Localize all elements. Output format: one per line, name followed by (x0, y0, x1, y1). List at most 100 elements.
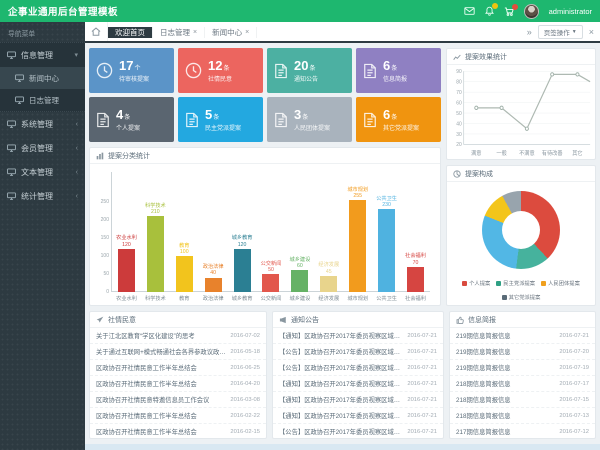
legend-item[interactable]: 人民团体提案 (541, 279, 580, 287)
list-item-text: 区政协召开社情民意工作半年总结会 (96, 427, 197, 436)
list-item[interactable]: 【公告】区政协召开2017年委员视察区域工作会议2016-07-21 (273, 424, 443, 438)
list-item[interactable]: 218期信息简报信息2016-07-17 (450, 376, 595, 392)
tab[interactable]: 新闻中心× (205, 27, 257, 38)
legend-item[interactable]: 个人提案 (462, 279, 490, 287)
list-item[interactable]: 【通知】区政协召开2017年委员视察区域工作会议2016-07-21 (273, 328, 443, 344)
line-chart-panel: 提案效果统计 2030405060708090满意一般不满意有待改善其它 (446, 48, 596, 160)
sidebar-item-label: 信息管理 (21, 50, 53, 61)
stat-card[interactable]: 5条民主党派提案 (178, 97, 263, 142)
bar-label-value: 50 (261, 267, 282, 273)
tab-home[interactable] (85, 22, 108, 41)
bar-label-name: 经济发展 (318, 262, 339, 268)
plane-icon (96, 316, 104, 324)
stat-card[interactable]: 3条人民团体提案 (267, 97, 352, 142)
file-icon (363, 63, 377, 79)
mail-icon[interactable] (464, 7, 475, 15)
bar-value-label: 社会福利70 (405, 253, 426, 265)
list-item-text: 218期信息简报信息 (456, 411, 511, 420)
list-item[interactable]: 218期信息简报信息2016-07-13 (450, 408, 595, 424)
tabs-close-icon[interactable]: × (589, 27, 594, 37)
donut-wrap (447, 182, 595, 269)
username[interactable]: administrator (549, 7, 592, 16)
bar-label-name: 城乡教育 (232, 235, 253, 241)
bar-column: 公共卫生230公共卫生 (372, 196, 401, 302)
list-item-date: 2016-07-20 (559, 349, 589, 355)
sidebar-item-label: 会员管理 (21, 143, 53, 154)
sidebar-subitem[interactable]: 日志管理 (0, 89, 85, 111)
close-icon[interactable]: × (245, 29, 249, 36)
list-item[interactable]: 219期信息简报信息2016-07-21 (450, 328, 595, 344)
panel-title: 通知公告 (291, 315, 319, 325)
list-item[interactable]: 关于通过互联网+模式畅通社会各界参政议政的建议2016-05-18 (90, 344, 266, 360)
chevron-down-icon: ▼ (572, 29, 577, 35)
stat-card[interactable]: 12条社情民意 (178, 48, 263, 93)
tab-operations-button[interactable]: 页签操作▼ (538, 25, 583, 39)
list-item[interactable]: 【通知】区政协召开2017年委员视察区域工作会议2016-07-21 (273, 376, 443, 392)
file-icon (363, 112, 377, 128)
list-item[interactable]: 区政协召开社情民意工作半年总结会2016-06-25 (90, 360, 266, 376)
stat-card[interactable]: 17个待审核提案 (89, 48, 174, 93)
bar-value-label: 政治法律40 (203, 264, 224, 276)
list-item[interactable]: 217期信息简报信息2016-07-12 (450, 424, 595, 438)
stat-card[interactable]: 20条通知公告 (267, 48, 352, 93)
panel-header: 提案效果统计 (447, 49, 595, 65)
stat-label: 信息简报 (383, 74, 407, 83)
bell-icon[interactable] (485, 6, 494, 16)
list-item[interactable]: 218期信息简报信息2016-07-15 (450, 392, 595, 408)
monitor-icon (7, 51, 16, 59)
bar-value-label: 城乡教育120 (232, 235, 253, 247)
tabs-overflow-icon[interactable]: » (527, 27, 532, 37)
list-item-date: 2016-07-21 (407, 429, 437, 435)
list-item[interactable]: 区政协召开社情民意工作半年总结会2016-04-20 (90, 376, 266, 392)
list-item-date: 2016-03-08 (230, 397, 260, 403)
list-item[interactable]: 219期信息简报信息2016-07-19 (450, 360, 595, 376)
list-item[interactable]: 【通知】区政协召开2017年委员视察区域工作会议2016-07-21 (273, 408, 443, 424)
close-icon[interactable]: × (193, 29, 197, 36)
list-item[interactable]: 219期信息简报信息2016-07-20 (450, 344, 595, 360)
list-item[interactable]: 【通知】区政协召开2017年委员视察区域工作会议2016-07-21 (273, 392, 443, 408)
sidebar-item[interactable]: 系统管理‹ (0, 112, 85, 136)
stat-value: 5条 (205, 108, 241, 121)
sidebar-item[interactable]: 文本管理‹ (0, 160, 85, 184)
sidebar-item[interactable]: 信息管理▾ (0, 43, 85, 67)
svg-text:70: 70 (456, 90, 462, 96)
bar-value-label: 教育100 (179, 243, 189, 255)
y-axis-tick: 50 (96, 271, 109, 277)
stat-card-body: 20条通知公告 (294, 59, 318, 83)
list-item-text: 关于通过互联网+模式畅通社会各界参政议政的建议 (96, 347, 226, 356)
sidebar-subitem[interactable]: 新闻中心 (0, 67, 85, 89)
stat-label: 其它党派提案 (383, 123, 419, 132)
list-item-date: 2016-07-21 (407, 349, 437, 355)
list-item[interactable]: 区政协召开社情民意特邀信息员工作会议2016-03-08 (90, 392, 266, 408)
stat-card[interactable]: 4条个人提案 (89, 97, 174, 142)
list-item[interactable]: 区政协召开社情民意工作半年总结会2016-02-22 (90, 408, 266, 424)
cart-icon[interactable] (504, 7, 514, 16)
sidebar-item-label: 文本管理 (21, 167, 53, 178)
bottom-zone: 社情民意关于江北区教育“学区化建设”的思考2016-07-02关于通过互联网+模… (89, 311, 596, 439)
panel-title: 提案效果统计 (465, 52, 507, 62)
list-item[interactable]: 区政协召开社情民意工作半年总结会2016-02-15 (90, 424, 266, 438)
stat-card[interactable]: 6条其它党派提案 (356, 97, 441, 142)
tab[interactable]: 欢迎首页 (108, 27, 153, 38)
legend-label: 其它党派提案 (509, 293, 541, 301)
bar-label-value: 100 (179, 249, 189, 255)
list-item-text: 218期信息简报信息 (456, 395, 511, 404)
sidebar-subitem-label: 日志管理 (29, 95, 59, 106)
list-item[interactable]: 【公告】区政协召开2017年委员视察区域工作会议2016-07-21 (273, 360, 443, 376)
sidebar-item[interactable]: 统计管理‹ (0, 184, 85, 208)
sidebar-item[interactable]: 会员管理‹ (0, 136, 85, 160)
avatar[interactable] (524, 4, 539, 19)
bar (147, 216, 164, 292)
legend-item[interactable]: 民主党派提案 (496, 279, 535, 287)
list-item[interactable]: 【公告】区政协召开2017年委员视察区域工作会议2016-07-21 (273, 344, 443, 360)
legend-item[interactable]: 其它党派提案 (502, 293, 541, 301)
stat-card[interactable]: 6条信息简报 (356, 48, 441, 93)
bar-label-name: 农业水利 (116, 235, 137, 241)
tab[interactable]: 日志管理× (153, 27, 205, 38)
bar-column: 农业水利120农业水利 (112, 235, 141, 302)
monitor-icon (7, 120, 16, 128)
monitor-icon (7, 192, 16, 200)
list-item[interactable]: 关于江北区教育“学区化建设”的思考2016-07-02 (90, 328, 266, 344)
bar-value-label: 城乡建设60 (290, 257, 311, 269)
stat-card-body: 17个待审核提案 (119, 59, 149, 83)
